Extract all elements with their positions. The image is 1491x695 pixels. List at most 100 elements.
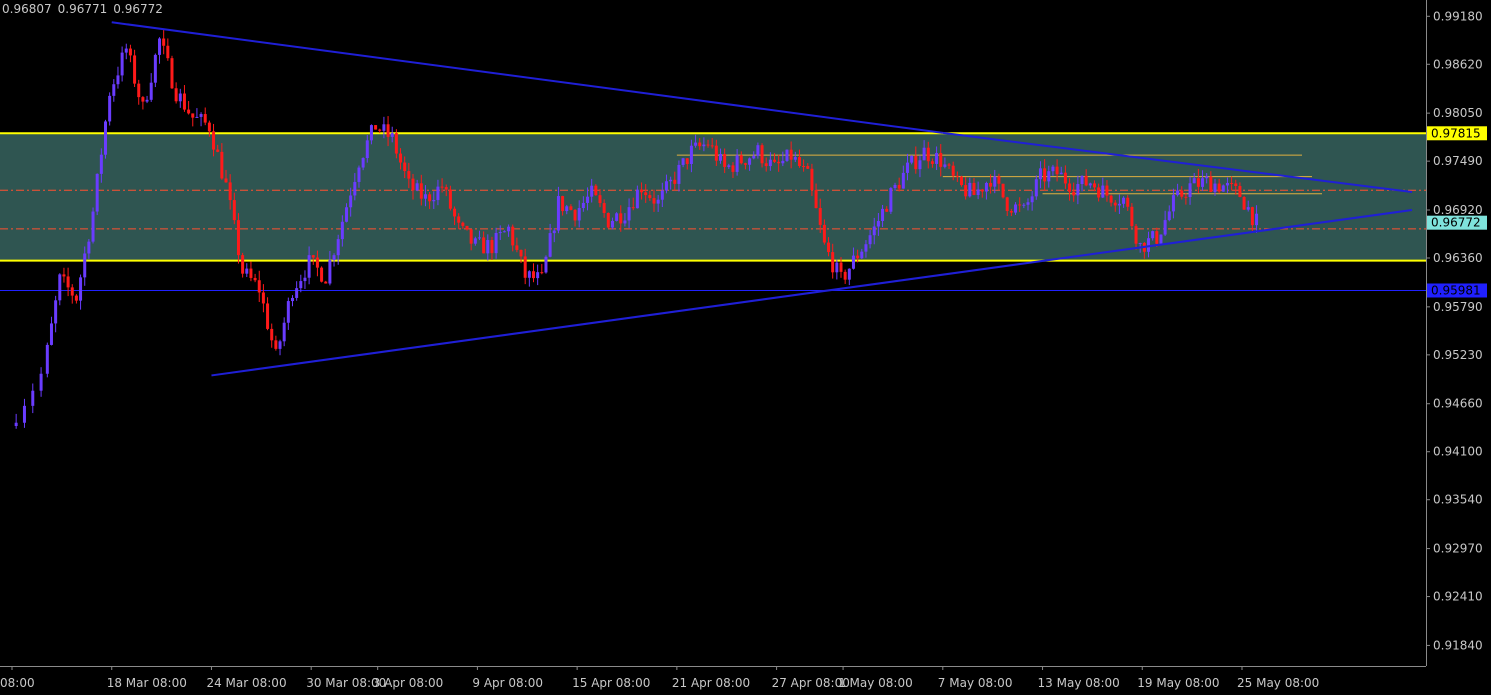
candle-body (440, 186, 444, 188)
candle-body (1014, 204, 1018, 213)
candle-body (847, 268, 851, 280)
candle-body (39, 373, 43, 391)
candle-body (494, 232, 498, 254)
candle-body (681, 158, 685, 165)
candle-body (453, 208, 457, 217)
time-tick-label: 3 Apr 08:00 (373, 676, 444, 690)
candle-body (1051, 166, 1055, 172)
price-chart[interactable]: 0.991800.986200.980500.974900.969200.963… (0, 0, 1491, 695)
candle-body (831, 252, 835, 273)
candle-body (482, 237, 486, 254)
candle-body (261, 292, 265, 304)
candle-body (640, 189, 644, 193)
candle-body (851, 255, 855, 269)
candle-body (141, 97, 145, 102)
candle-body (756, 145, 760, 156)
price-label-resistance: 0.97815 (1431, 126, 1481, 140)
price-tick-label: 0.91840 (1433, 638, 1483, 652)
candle-body (1009, 211, 1013, 213)
candle-body (698, 142, 702, 147)
candle-body (980, 189, 984, 192)
candle-body (1192, 178, 1196, 184)
candle-body (598, 195, 602, 204)
candle-body (1022, 204, 1026, 206)
candle-body (827, 242, 831, 253)
candle-body (49, 323, 53, 345)
candle-body (320, 267, 324, 282)
candle-body (1159, 234, 1163, 244)
candle-body (369, 125, 373, 141)
candle-body (1167, 211, 1171, 221)
candle-body (108, 95, 112, 122)
candle-body (627, 207, 631, 221)
candle-body (573, 209, 577, 221)
candle-body (989, 182, 993, 187)
candle-body (490, 240, 494, 254)
candle-body (224, 178, 228, 183)
candle-body (664, 181, 668, 191)
candle-body (1026, 202, 1030, 205)
candle-body (74, 295, 78, 301)
candle-body (960, 176, 964, 186)
candle-body (1234, 183, 1238, 187)
candle-body (536, 272, 540, 279)
candle-body (519, 249, 523, 257)
candle-body (527, 271, 531, 278)
candle-body (648, 195, 652, 199)
candle-body (411, 178, 415, 191)
candle-body (773, 159, 777, 162)
candle-body (162, 38, 166, 46)
price-tick-label: 0.94660 (1433, 397, 1483, 411)
candle-body (802, 166, 806, 168)
candle-body (124, 48, 128, 53)
candle-body (112, 84, 116, 96)
candle-body (673, 179, 677, 184)
candle-body (473, 238, 477, 244)
candle-body (1034, 179, 1038, 197)
candle-body (1163, 220, 1167, 235)
candle-body (428, 194, 432, 202)
candle-body (415, 183, 419, 191)
candle-body (893, 184, 897, 189)
candle-body (1113, 202, 1117, 206)
candle-body (602, 203, 606, 213)
candle-body (735, 155, 739, 172)
candle-body (178, 93, 182, 102)
candle-body (723, 154, 727, 167)
candle-body (336, 239, 340, 256)
candle-body (1230, 182, 1234, 184)
candle-body (137, 83, 141, 98)
candle-body (565, 206, 569, 212)
candle-body (993, 176, 997, 187)
time-tick-label: 19 May 08:00 (1137, 676, 1219, 690)
candle-body (689, 145, 693, 164)
candle-body (1092, 183, 1096, 188)
candle-body (22, 405, 26, 423)
candle-body (905, 162, 909, 173)
candle-body (544, 256, 548, 273)
candle-body (278, 341, 282, 349)
candle-body (103, 121, 107, 155)
candle-body (486, 240, 490, 254)
candle-body (930, 161, 934, 164)
candle-body (1130, 206, 1134, 227)
candle-body (1217, 183, 1221, 192)
candle-body (66, 276, 70, 288)
time-tick-label: 21 Apr 08:00 (672, 676, 750, 690)
candle-body (149, 82, 153, 100)
candle-body (14, 422, 18, 426)
candle-body (968, 182, 972, 197)
candle-body (203, 114, 207, 123)
candle-body (748, 158, 752, 165)
candle-body (594, 185, 598, 196)
candle-body (926, 147, 930, 162)
candle-body (623, 220, 627, 224)
candle-body (885, 208, 889, 212)
candle-body (378, 129, 382, 131)
candle-body (419, 183, 423, 199)
candle-body (540, 272, 544, 274)
candle-body (835, 262, 839, 273)
candle-body (365, 140, 369, 159)
candle-body (1076, 184, 1080, 196)
candle-body (83, 253, 87, 278)
